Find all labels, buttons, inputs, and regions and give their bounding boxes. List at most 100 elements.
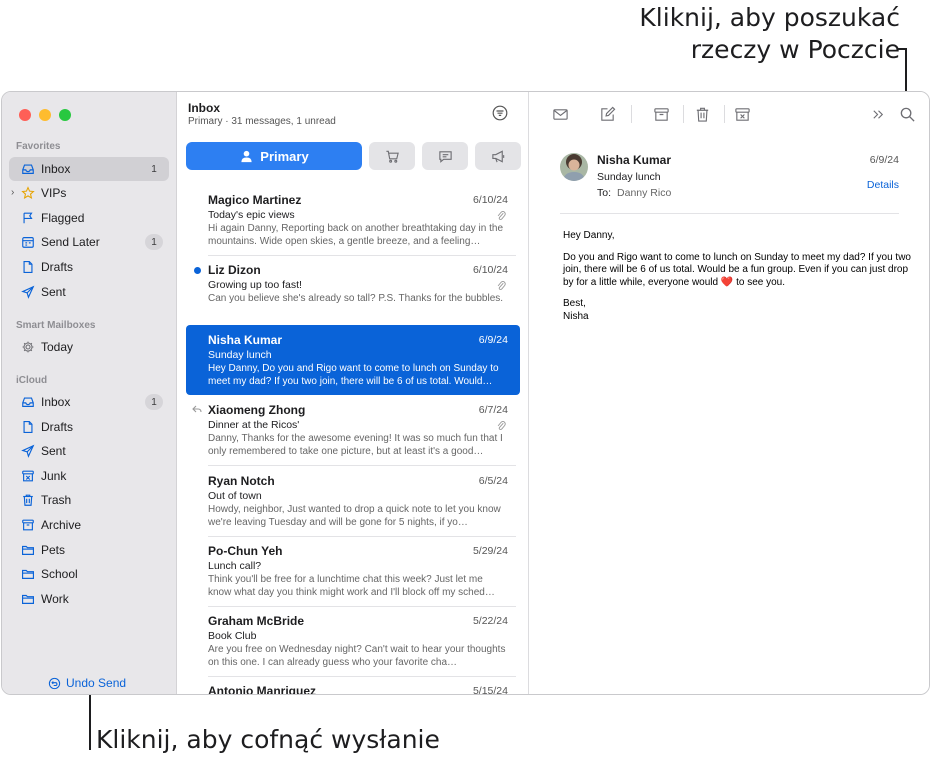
- message-date: 6/9/24: [869, 154, 899, 166]
- message-sender: Xiaomeng Zhong: [208, 403, 306, 417]
- message-list: Inbox Primary · 31 messages, 1 unread Pr…: [177, 92, 529, 694]
- message-date: 6/10/24: [472, 194, 508, 206]
- message-date: 6/9/24: [478, 334, 508, 346]
- message-subject: Growing up too fast!: [208, 279, 302, 291]
- sidebar-item-work[interactable]: Work: [9, 587, 169, 611]
- tab-updates[interactable]: [422, 142, 468, 170]
- signoff: Best,: [563, 298, 586, 309]
- sidebar-item-school[interactable]: School: [9, 562, 169, 586]
- archive-button[interactable]: [651, 104, 671, 124]
- message-row[interactable]: Po-Chun Yeh 5/29/24 Lunch call? Think yo…: [186, 536, 520, 607]
- sidebar-item-archive[interactable]: Archive: [9, 513, 169, 537]
- category-tabs: Primary: [186, 142, 521, 170]
- message-row[interactable]: Xiaomeng Zhong 6/7/24 Dinner at the Rico…: [186, 395, 520, 466]
- sidebar-item-inbox[interactable]: Inbox 1: [9, 157, 169, 181]
- sidebar-item-junk[interactable]: Junk: [9, 464, 169, 488]
- sidebar-item-label: Pets: [41, 543, 66, 557]
- details-link[interactable]: Details: [867, 179, 899, 191]
- filter-icon[interactable]: [492, 105, 508, 121]
- favorites-header: Favorites: [16, 141, 61, 152]
- sidebar-item-label: Junk: [41, 469, 67, 483]
- compose-button[interactable]: [597, 104, 617, 124]
- junk-button[interactable]: [732, 104, 752, 124]
- search-callout: Kliknij, aby poszukać rzeczy w Poczcie: [560, 2, 900, 66]
- sidebar-item-send-later[interactable]: Send Later 1: [9, 230, 169, 254]
- undo-icon: [48, 677, 61, 689]
- message-preview: Howdy, neighbor, Just wanted to drop a q…: [208, 504, 501, 528]
- message-row[interactable]: Antonio Manriquez 5/15/24: [186, 676, 520, 694]
- minimize-window-button[interactable]: [39, 109, 51, 121]
- sidebar-item-icloud-drafts[interactable]: Drafts: [9, 415, 169, 439]
- window-controls: [19, 109, 71, 121]
- message-subject: Out of town: [208, 490, 262, 502]
- message-preview: Hey Danny, Do you and Rigo want to come …: [208, 363, 499, 387]
- sidebar-item-label: Flagged: [41, 211, 85, 225]
- sidebar-item-sent[interactable]: Sent: [9, 280, 169, 304]
- close-window-button[interactable]: [19, 109, 31, 121]
- toolbar-divider: [683, 105, 684, 123]
- sidebar-item-pets[interactable]: Pets: [9, 538, 169, 562]
- send-later-count-badge: 1: [145, 234, 163, 250]
- sidebar-item-label: Send Later: [41, 235, 100, 249]
- sidebar-item-label: Inbox: [41, 395, 71, 409]
- signature: Nisha: [563, 310, 589, 322]
- message-body: Hey Danny, Do you and Rigo want to come …: [563, 230, 918, 332]
- delete-button[interactable]: [692, 104, 712, 124]
- sidebar-item-label: Drafts: [41, 420, 74, 434]
- sidebar-item-icloud-inbox[interactable]: Inbox 1: [9, 390, 169, 414]
- get-mail-button[interactable]: [550, 104, 570, 124]
- paper-plane-icon: [9, 285, 39, 299]
- document-icon: [9, 420, 39, 434]
- unread-count-badge: 1: [145, 394, 163, 410]
- message-sender: Liz Dizon: [208, 263, 261, 277]
- message-date: 5/29/24: [472, 545, 508, 557]
- sidebar-item-icloud-sent[interactable]: Sent: [9, 439, 169, 463]
- sidebar-item-vips[interactable]: VIPs: [9, 181, 169, 205]
- undo-callout: Kliknij, aby cofnąć wysłanie: [96, 725, 440, 754]
- document-icon: [9, 260, 39, 274]
- search-button[interactable]: [897, 104, 917, 124]
- unread-indicator-icon: [194, 267, 201, 274]
- double-chevron-right-icon: [872, 109, 883, 119]
- undo-callout-leader: [89, 694, 91, 750]
- message-subject: Sunday lunch: [597, 171, 661, 183]
- message-row[interactable]: Ryan Notch 6/5/24 Out of town Howdy, nei…: [186, 466, 520, 537]
- message-subject: Lunch call?: [208, 560, 262, 572]
- message-row[interactable]: Graham McBride 5/22/24 Book Club Are you…: [186, 606, 520, 677]
- sidebar-item-trash[interactable]: Trash: [9, 488, 169, 512]
- search-callout-line1: Kliknij, aby poszukać: [639, 3, 900, 32]
- body-greeting: Hey Danny,: [563, 230, 615, 241]
- message-sender: Antonio Manriquez: [208, 684, 316, 694]
- sidebar-item-label: Archive: [41, 518, 82, 532]
- tab-primary[interactable]: Primary: [186, 142, 362, 170]
- message-row-selected[interactable]: Nisha Kumar 6/9/24 Sunday lunch Hey Dann…: [186, 325, 520, 395]
- flag-icon: [9, 211, 39, 225]
- message-sender: Po-Chun Yeh: [208, 544, 283, 558]
- envelope-icon: [552, 108, 568, 120]
- sidebar-item-label: Work: [41, 592, 69, 606]
- smart-mailboxes-header: Smart Mailboxes: [16, 320, 96, 331]
- paper-plane-icon: [9, 444, 39, 458]
- message-subject: Dinner at the Ricos': [208, 419, 300, 431]
- message-preview: Hi again Danny, Reporting back on anothe…: [208, 223, 504, 247]
- undo-send-button[interactable]: Undo Send: [48, 676, 126, 690]
- zoom-window-button[interactable]: [59, 109, 71, 121]
- sidebar-item-today[interactable]: Today: [9, 335, 169, 359]
- archive-icon: [9, 518, 39, 532]
- inbox-icon: [9, 162, 39, 176]
- message-subject: Sunday lunch: [208, 349, 272, 361]
- tab-transactions[interactable]: [369, 142, 415, 170]
- sender-photo-icon: [560, 153, 588, 181]
- message-subject: Today's epic views: [208, 209, 295, 221]
- sidebar-item-label: Drafts: [41, 260, 74, 274]
- tab-promotions[interactable]: [475, 142, 521, 170]
- sidebar-item-drafts[interactable]: Drafts: [9, 255, 169, 279]
- sidebar-item-flagged[interactable]: Flagged: [9, 206, 169, 230]
- message-row[interactable]: Liz Dizon 6/10/24 Growing up too fast! C…: [186, 255, 520, 326]
- more-toolbar-button[interactable]: [868, 104, 888, 124]
- message-date: 6/5/24: [478, 475, 508, 487]
- message-date: 5/22/24: [472, 615, 508, 627]
- junk-icon: [734, 107, 750, 121]
- message-row[interactable]: Magico Martinez 6/10/24 Today's epic vie…: [186, 185, 520, 256]
- message-sender: Graham McBride: [208, 614, 305, 628]
